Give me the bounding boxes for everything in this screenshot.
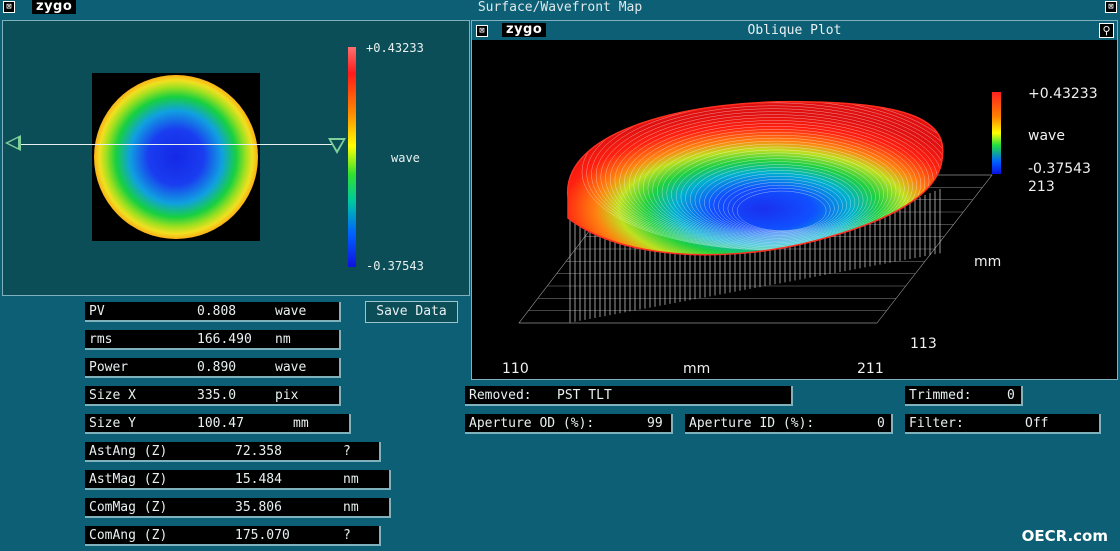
surface-map-panel: +0.43233 wave -0.37543 xyxy=(2,20,470,296)
aperture-od-label: Aperture OD (%): xyxy=(469,416,595,431)
stat-value: 335.0 xyxy=(197,388,237,403)
trimmed-value: 0 xyxy=(1007,388,1015,403)
filter-field: Filter: Off xyxy=(905,414,1101,434)
profile-start-handle-icon[interactable] xyxy=(5,135,21,151)
watermark: OECR.com xyxy=(1021,527,1108,545)
filter-value: Off xyxy=(1025,416,1049,431)
stat-value: 166.490 xyxy=(197,332,252,347)
aperture-od-field: Aperture OD (%): 99 xyxy=(465,414,673,434)
stat-unit: pix xyxy=(275,388,299,403)
filter-label: Filter: xyxy=(909,416,964,431)
save-data-button[interactable]: Save Data xyxy=(365,301,458,323)
stat-label: ComMag (Z) xyxy=(89,500,168,515)
stat-value: 35.806 xyxy=(235,500,282,515)
profile-end-handle-icon[interactable] xyxy=(328,138,346,154)
window-close-icon[interactable]: ⊠ xyxy=(1105,1,1117,13)
stat-field: PV 0.808 wave xyxy=(85,302,341,322)
pin-icon[interactable]: ⚲ xyxy=(1099,23,1114,38)
stat-unit: nm xyxy=(343,472,359,487)
stat-value: 0.890 xyxy=(197,360,237,375)
stat-field: AstMag (Z) 15.484 nm xyxy=(85,470,391,490)
aperture-id-label: Aperture ID (%): xyxy=(689,416,815,431)
stat-field: AstAng (Z) 72.358? xyxy=(85,442,381,462)
stat-unit: mm xyxy=(293,416,309,431)
aperture-od-value: 99 xyxy=(647,416,663,431)
x-axis-label: mm xyxy=(683,361,710,377)
stat-label: Size Y xyxy=(89,416,136,431)
oblique-color-unit: wave xyxy=(1028,128,1065,144)
oblique-plot-panel: ⊠ zygo Oblique Plot ⚲ +0.43233 wave -0.3… xyxy=(471,20,1118,380)
stat-label: Size X xyxy=(89,388,136,403)
oblique-color-bar xyxy=(992,92,1001,174)
y-axis-min-label: 113 xyxy=(910,336,937,352)
stat-label: rms xyxy=(89,332,113,347)
color-scale-max: +0.43233 xyxy=(366,41,424,55)
stat-value: 0.808 xyxy=(197,304,237,319)
oblique-color-max: +0.43233 xyxy=(1028,86,1098,102)
x-axis-min-label: 110 xyxy=(502,361,529,377)
stat-field: ComAng (Z) 175.070? xyxy=(85,526,381,546)
profile-line[interactable] xyxy=(15,144,337,145)
stat-field: Size X 335.0 pix xyxy=(85,386,341,406)
stat-field: Power 0.890 wave xyxy=(85,358,341,378)
aperture-id-value: 0 xyxy=(877,416,885,431)
color-scale-min: -0.37543 xyxy=(366,259,424,273)
title-bar: ⊠ zygo Surface/Wavefront Map ⊠ xyxy=(0,0,1120,15)
x-axis-max-label: 211 xyxy=(857,361,884,377)
stat-value: 72.358 xyxy=(235,444,282,459)
removed-label: Removed: xyxy=(469,388,532,403)
aperture-id-field: Aperture ID (%): 0 xyxy=(685,414,893,434)
y-axis-label: mm xyxy=(974,254,1001,270)
oblique-color-min: -0.37543 xyxy=(1028,161,1091,177)
window-title: Surface/Wavefront Map xyxy=(477,0,643,15)
trimmed-label: Trimmed: xyxy=(909,388,972,403)
removed-value: PST TLT xyxy=(557,388,612,403)
stat-unit: nm xyxy=(275,332,291,347)
stat-field: ComMag (Z) 35.806 nm xyxy=(85,498,391,518)
stat-label: Power xyxy=(89,360,129,375)
stat-field: rms 166.490 nm xyxy=(85,330,341,350)
color-scale-unit: wave xyxy=(391,151,420,165)
stat-unit: wave xyxy=(275,360,307,375)
removed-field: Removed: PST TLT xyxy=(465,386,793,406)
stat-field: Size Y 100.47 mm xyxy=(85,414,351,434)
surface-map-image xyxy=(92,73,260,241)
surface-map-disc xyxy=(94,75,258,239)
stat-value: 15.484 xyxy=(235,472,282,487)
stat-unit: ? xyxy=(343,444,351,459)
stat-label: ComAng (Z) xyxy=(89,528,168,543)
y-axis-max-label: 213 xyxy=(1028,179,1055,195)
oblique-plot-title: Oblique Plot xyxy=(747,23,842,38)
stat-value: 175.070 xyxy=(235,528,290,543)
trimmed-field: Trimmed: 0 xyxy=(905,386,1023,406)
stat-label: AstMag (Z) xyxy=(89,472,168,487)
stat-label: PV xyxy=(89,304,105,319)
stat-unit: nm xyxy=(343,500,359,515)
color-scale-bar xyxy=(348,47,356,267)
stat-value: 100.47 xyxy=(197,416,244,431)
stat-label: AstAng (Z) xyxy=(89,444,168,459)
oblique-plot-header: ⊠ zygo Oblique Plot ⚲ xyxy=(472,21,1117,40)
oblique-plot-svg: +0.43233 wave -0.37543 213 mm 113 110 mm… xyxy=(502,86,1098,377)
stat-unit: wave xyxy=(275,304,307,319)
stat-unit: ? xyxy=(343,528,351,543)
